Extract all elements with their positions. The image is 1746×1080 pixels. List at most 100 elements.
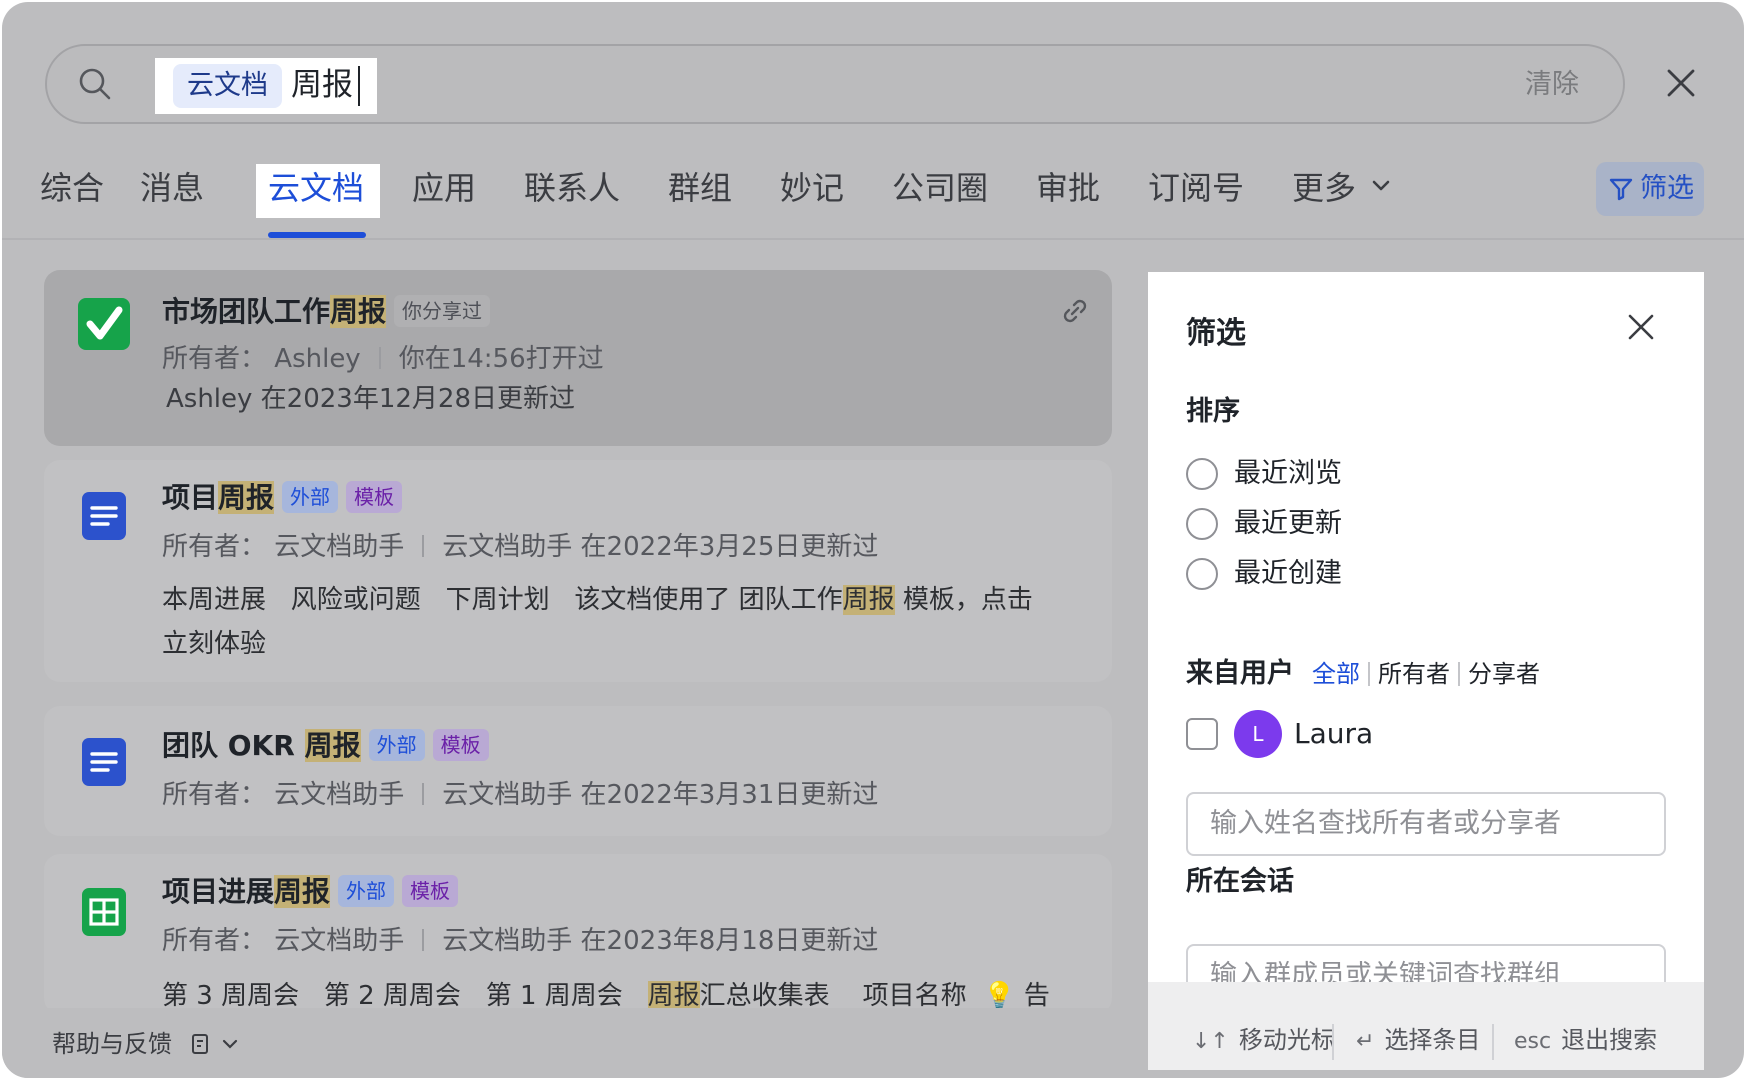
- snippet-text: 立刻体验: [162, 629, 267, 659]
- result-meta: 所有者： Ashley 你在14:56打开过: [162, 340, 604, 378]
- result-title: 项目进展周报 外部 模板: [162, 872, 459, 912]
- user-name: Laura: [1294, 717, 1374, 750]
- snippet-text: 本周进展 风险或问题 下周计划 该文档使用了 团队工作: [162, 585, 843, 615]
- tab-more[interactable]: 更多: [1292, 166, 1392, 210]
- user-filter-owner[interactable]: 所有者: [1378, 654, 1450, 694]
- tab-all[interactable]: 综合: [40, 166, 104, 210]
- filter-icon: [1609, 178, 1633, 201]
- filter-button[interactable]: 筛选: [1596, 162, 1704, 216]
- chevron-down-icon: [223, 1039, 238, 1049]
- tab-docs[interactable]: 云文档: [268, 166, 364, 210]
- user-filter-all[interactable]: 全部: [1312, 654, 1360, 694]
- result-title: 团队 OKR 周报 外部 模板: [162, 726, 489, 766]
- result-title-highlight: 周报: [330, 295, 387, 328]
- result-title-highlight: 周报: [304, 729, 361, 762]
- checklist-doc-icon: [78, 298, 130, 350]
- shortcut-key: ↓↑: [1192, 1029, 1229, 1054]
- user-filter-sharer[interactable]: 分享者: [1468, 654, 1540, 694]
- text-caret: [358, 66, 360, 106]
- tab-apps[interactable]: 应用: [412, 166, 476, 210]
- search-bar[interactable]: 云文档 周报 清除: [45, 44, 1625, 124]
- from-user-section-title: 来自用户: [1186, 658, 1294, 689]
- help-feedback-button[interactable]: 帮助与反馈: [52, 1026, 239, 1062]
- filter-divider: [1368, 662, 1370, 686]
- help-feedback-label: 帮助与反馈: [52, 1030, 172, 1058]
- tab-more-label: 更多: [1292, 169, 1357, 207]
- tab-minutes[interactable]: 妙记: [780, 166, 844, 210]
- template-tag: 模板: [346, 481, 403, 513]
- external-tag: 外部: [338, 875, 395, 907]
- owner-name: 云文档助手: [274, 532, 405, 562]
- search-window: 云文档 周报 清除 综合 消息 云文档 应用 联系人 群组 妙记 公司圈 审批 …: [2, 2, 1744, 1078]
- tab-approval[interactable]: 审批: [1036, 166, 1100, 210]
- result-title-highlight: 周报: [218, 481, 275, 514]
- shortcut-key: ↵: [1356, 1029, 1375, 1054]
- result-title-text: 项目进展: [162, 875, 275, 908]
- search-input[interactable]: 周报: [291, 60, 353, 110]
- result-title-text: 市场团队工作: [162, 295, 331, 328]
- filter-panel: 筛选 排序 最近浏览 最近更新 最近创建 来自用户 全部 所有者 分享者 L Lau…: [1148, 272, 1704, 1070]
- meta-divider: [422, 929, 425, 951]
- owner-name: Ashley: [274, 344, 361, 374]
- activity-text: 你在14:56打开过: [398, 344, 604, 374]
- search-scope-chip[interactable]: 云文档: [173, 64, 282, 108]
- tab-moments[interactable]: 公司圈: [892, 166, 988, 210]
- activity-text: 云文档助手 在2023年8月18日更新过: [442, 926, 879, 956]
- sort-section-title: 排序: [1186, 396, 1240, 427]
- shortcut-select-item: ↵ 选择条目: [1356, 1022, 1480, 1060]
- meta-divider: [422, 535, 425, 557]
- meta-divider: [378, 347, 381, 369]
- clear-button[interactable]: 清除: [1525, 65, 1579, 105]
- owner-label: 所有者：: [162, 926, 267, 956]
- snippet-text: 模板，点击: [894, 585, 1033, 615]
- result-item[interactable]: 项目周报 外部 模板 所有者： 云文档助手 云文档助手 在2022年3月25日更新过 …: [44, 460, 1112, 682]
- shortcut-label: 退出搜索: [1561, 1026, 1658, 1054]
- chat-section-title: 所在会话: [1186, 866, 1294, 897]
- result-meta: 所有者： 云文档助手 云文档助手 在2022年3月25日更新过: [162, 528, 878, 566]
- shortcut-divider: [1332, 1024, 1334, 1060]
- tab-messages[interactable]: 消息: [140, 166, 204, 210]
- result-item[interactable]: 团队 OKR 周报 外部 模板 所有者： 云文档助手 云文档助手 在2022年3月31…: [44, 706, 1112, 836]
- shared-tag: 你分享过: [394, 295, 491, 327]
- radio-button[interactable]: [1186, 508, 1218, 540]
- radio-button[interactable]: [1186, 558, 1218, 590]
- result-meta: 所有者： 云文档助手 云文档助手 在2022年3月31日更新过: [162, 776, 878, 814]
- snippet-highlight: 周报: [842, 585, 895, 615]
- feedback-icon: [191, 1034, 208, 1054]
- result-item[interactable]: 市场团队工作周报 你分享过 所有者： Ashley 你在14:56打开过 Ashle…: [44, 270, 1112, 446]
- close-icon[interactable]: [1626, 312, 1656, 342]
- radio-label: 最近创建: [1234, 558, 1342, 589]
- radio-label: 最近更新: [1234, 508, 1342, 539]
- radio-button[interactable]: [1186, 458, 1218, 490]
- result-title-text: 团队 OKR: [162, 729, 305, 762]
- shortcut-bar: ↓↑ 移动光标 ↵ 选择条目 esc 退出搜索: [1148, 982, 1704, 1070]
- shortcut-exit-search: esc 退出搜索: [1514, 1022, 1657, 1060]
- close-icon[interactable]: [1664, 66, 1698, 100]
- user-checkbox[interactable]: [1186, 718, 1218, 750]
- snippet-text: 汇总收集表 项目名称 💡 告: [699, 981, 1050, 1011]
- result-item[interactable]: 项目进展周报 外部 模板 所有者： 云文档助手 云文档助手 在2023年8月18日更新…: [44, 854, 1112, 1014]
- doc-icon: [82, 492, 126, 540]
- owner-label: 所有者：: [162, 532, 267, 562]
- result-title: 市场团队工作周报 你分享过: [162, 292, 491, 332]
- tab-contacts[interactable]: 联系人: [524, 166, 620, 210]
- avatar: L: [1234, 710, 1282, 758]
- snippet-highlight: 周报: [647, 981, 700, 1011]
- link-icon[interactable]: [1060, 296, 1090, 326]
- chevron-down-icon: [1372, 180, 1390, 191]
- tab-subscriptions[interactable]: 订阅号: [1148, 166, 1244, 210]
- shortcut-key: esc: [1514, 1029, 1552, 1054]
- search-icon: [79, 68, 111, 100]
- tab-groups[interactable]: 群组: [668, 166, 732, 210]
- result-title-text: 项目: [162, 481, 219, 514]
- template-tag: 模板: [402, 875, 459, 907]
- owner-name: 云文档助手: [274, 780, 405, 810]
- activity-text: 云文档助手 在2022年3月31日更新过: [442, 780, 879, 810]
- user-search-input[interactable]: 输入姓名查找所有者或分享者: [1186, 792, 1666, 856]
- owner-label: 所有者：: [162, 344, 267, 374]
- shortcut-divider: [1492, 1024, 1494, 1060]
- activity-text: 云文档助手 在2022年3月25日更新过: [442, 532, 879, 562]
- update-text: Ashley 在2023年12月28日更新过: [166, 384, 576, 414]
- external-tag: 外部: [368, 729, 425, 761]
- result-snippet: 本周进展 风险或问题 下周计划 该文档使用了 团队工作周报 模板，点击 立刻体验: [162, 578, 1082, 666]
